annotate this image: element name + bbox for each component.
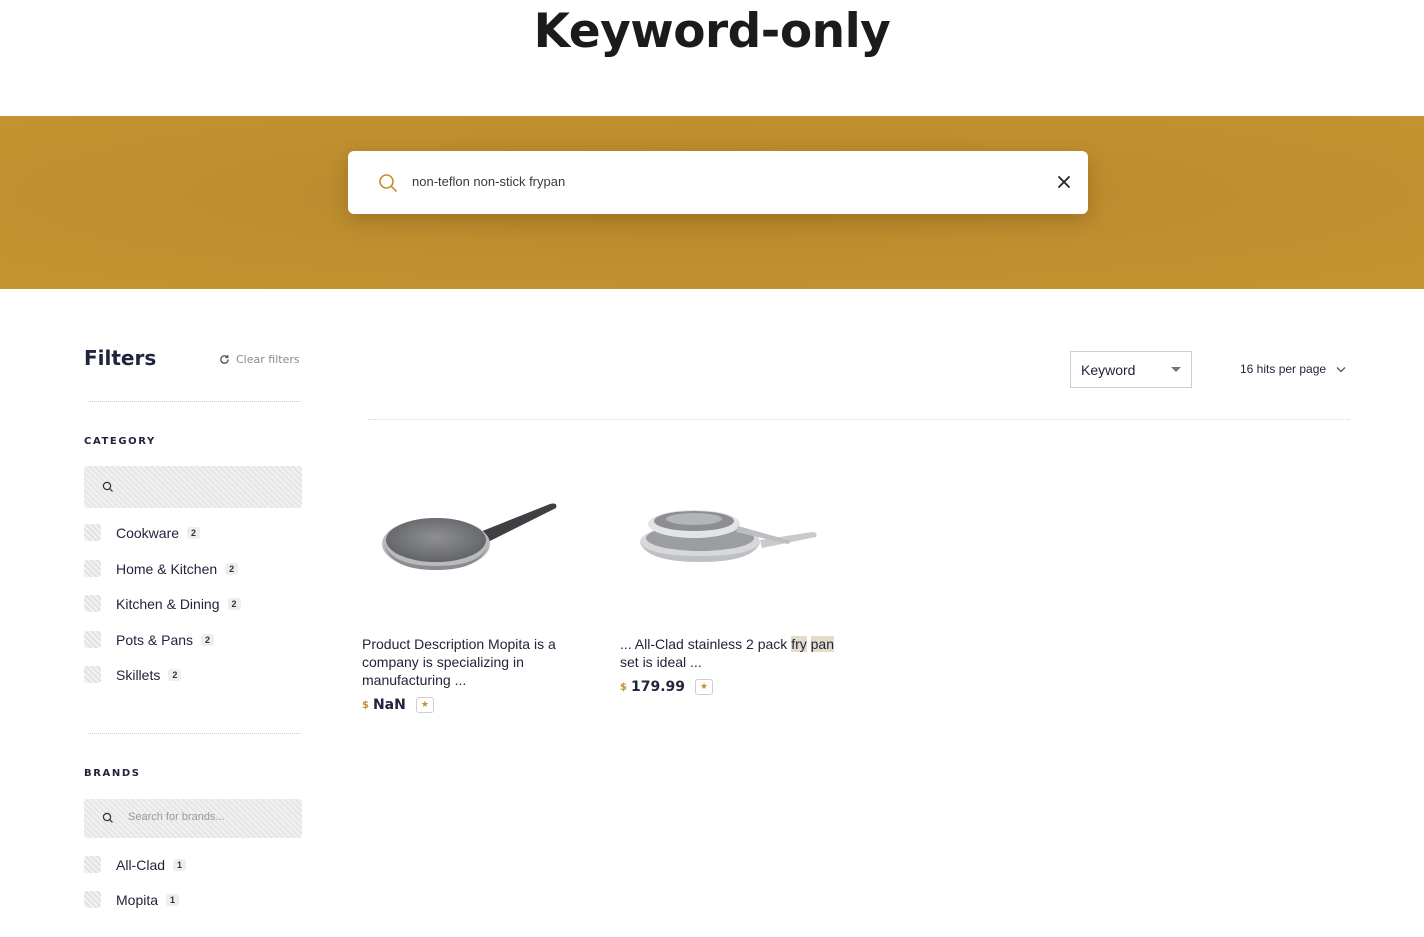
sort-by-select[interactable]: Keyword — [1070, 351, 1192, 388]
price-row: $ NaN ★ — [362, 697, 582, 713]
facet-count: 2 — [227, 597, 241, 610]
facet-count: 2 — [187, 526, 201, 539]
facet-count: 1 — [173, 858, 187, 871]
facet-label: Pots & Pans — [116, 631, 194, 648]
refresh-icon — [220, 355, 229, 364]
facet-count: 2 — [168, 668, 182, 681]
facet-label: Skillets — [116, 666, 161, 683]
facet-label: Cookware — [116, 524, 180, 541]
category-label: CATEGORY — [84, 436, 156, 447]
checkbox[interactable] — [84, 666, 101, 683]
facet-label: All-Clad — [116, 856, 166, 873]
clear-filters-label: Clear filters — [236, 353, 300, 366]
search-icon — [102, 481, 113, 492]
hit-description: ... All-Clad stainless 2 pack fry pan se… — [620, 635, 840, 671]
price: 179.99 — [630, 679, 685, 695]
facet-label: Kitchen & Dining — [116, 595, 220, 612]
results-divider — [368, 419, 1350, 420]
category-search-input[interactable] — [84, 466, 302, 508]
highlight: fry — [791, 636, 807, 652]
frying-pan-image — [382, 503, 557, 570]
filters-divider — [88, 401, 301, 402]
hit-card[interactable]: ... All-Clad stainless 2 pack fry pan se… — [620, 480, 840, 695]
search-input[interactable]: non-teflon non-stick frypan — [412, 174, 565, 189]
brands-search-placeholder: Search for brands... — [128, 811, 225, 823]
checkbox[interactable] — [84, 891, 101, 908]
category-item-pots-pans[interactable]: Pots & Pans 2 — [84, 631, 215, 648]
product-image-stainless-pans[interactable] — [620, 480, 820, 600]
brands-label: BRANDS — [84, 768, 141, 779]
checkbox[interactable] — [84, 560, 101, 577]
sort-by-value: Keyword — [1081, 362, 1136, 378]
facet-count: 1 — [166, 893, 180, 906]
hits-per-page-value: 16 hits per page — [1240, 362, 1327, 376]
currency-symbol: $ — [620, 681, 627, 693]
description-text: set is ideal ... — [620, 654, 702, 670]
checkbox[interactable] — [84, 524, 101, 541]
brand-item-all-clad[interactable]: All-Clad 1 — [84, 856, 187, 873]
hit-card[interactable]: Product Description Mopita is a company … — [362, 480, 582, 713]
facet-label: Home & Kitchen — [116, 560, 218, 577]
price: NaN — [372, 697, 406, 713]
product-image-frying-pan[interactable] — [362, 480, 562, 600]
description-text: ... All-Clad stainless 2 pack — [620, 636, 792, 652]
chevron-down-icon — [1336, 366, 1346, 372]
checkbox[interactable] — [84, 631, 101, 648]
search-icon — [379, 174, 397, 192]
stainless-pans-image — [640, 510, 817, 562]
hit-description: Product Description Mopita is a company … — [362, 636, 556, 688]
price-row: $ 179.99 ★ — [620, 679, 840, 695]
facet-count: 2 — [225, 562, 239, 575]
checkbox[interactable] — [84, 856, 101, 873]
search-box[interactable]: non-teflon non-stick frypan — [348, 151, 1088, 214]
page-title: Keyword-only — [533, 4, 891, 59]
category-item-home-kitchen[interactable]: Home & Kitchen 2 — [84, 560, 239, 577]
highlight: pan — [810, 636, 834, 652]
category-item-skillets[interactable]: Skillets 2 — [84, 666, 182, 683]
star-icon: ★ — [695, 679, 713, 695]
close-icon[interactable] — [1056, 174, 1072, 190]
brand-item-mopita[interactable]: Mopita 1 — [84, 891, 180, 908]
facet-count: 2 — [201, 633, 215, 646]
clear-filters-button[interactable]: Clear filters — [219, 353, 300, 366]
category-item-kitchen-dining[interactable]: Kitchen & Dining 2 — [84, 595, 241, 612]
facet-label: Mopita — [116, 891, 159, 908]
hits-per-page-select[interactable]: 16 hits per page — [1240, 362, 1346, 376]
currency-symbol: $ — [362, 699, 369, 711]
caret-down-icon — [1171, 367, 1181, 372]
category-item-cookware[interactable]: Cookware 2 — [84, 524, 201, 541]
category-divider — [88, 733, 301, 734]
star-icon: ★ — [415, 697, 434, 713]
checkbox[interactable] — [84, 595, 101, 612]
search-icon — [102, 812, 113, 823]
filters-title: Filters — [84, 346, 157, 370]
brands-search-input[interactable]: Search for brands... — [84, 799, 302, 838]
